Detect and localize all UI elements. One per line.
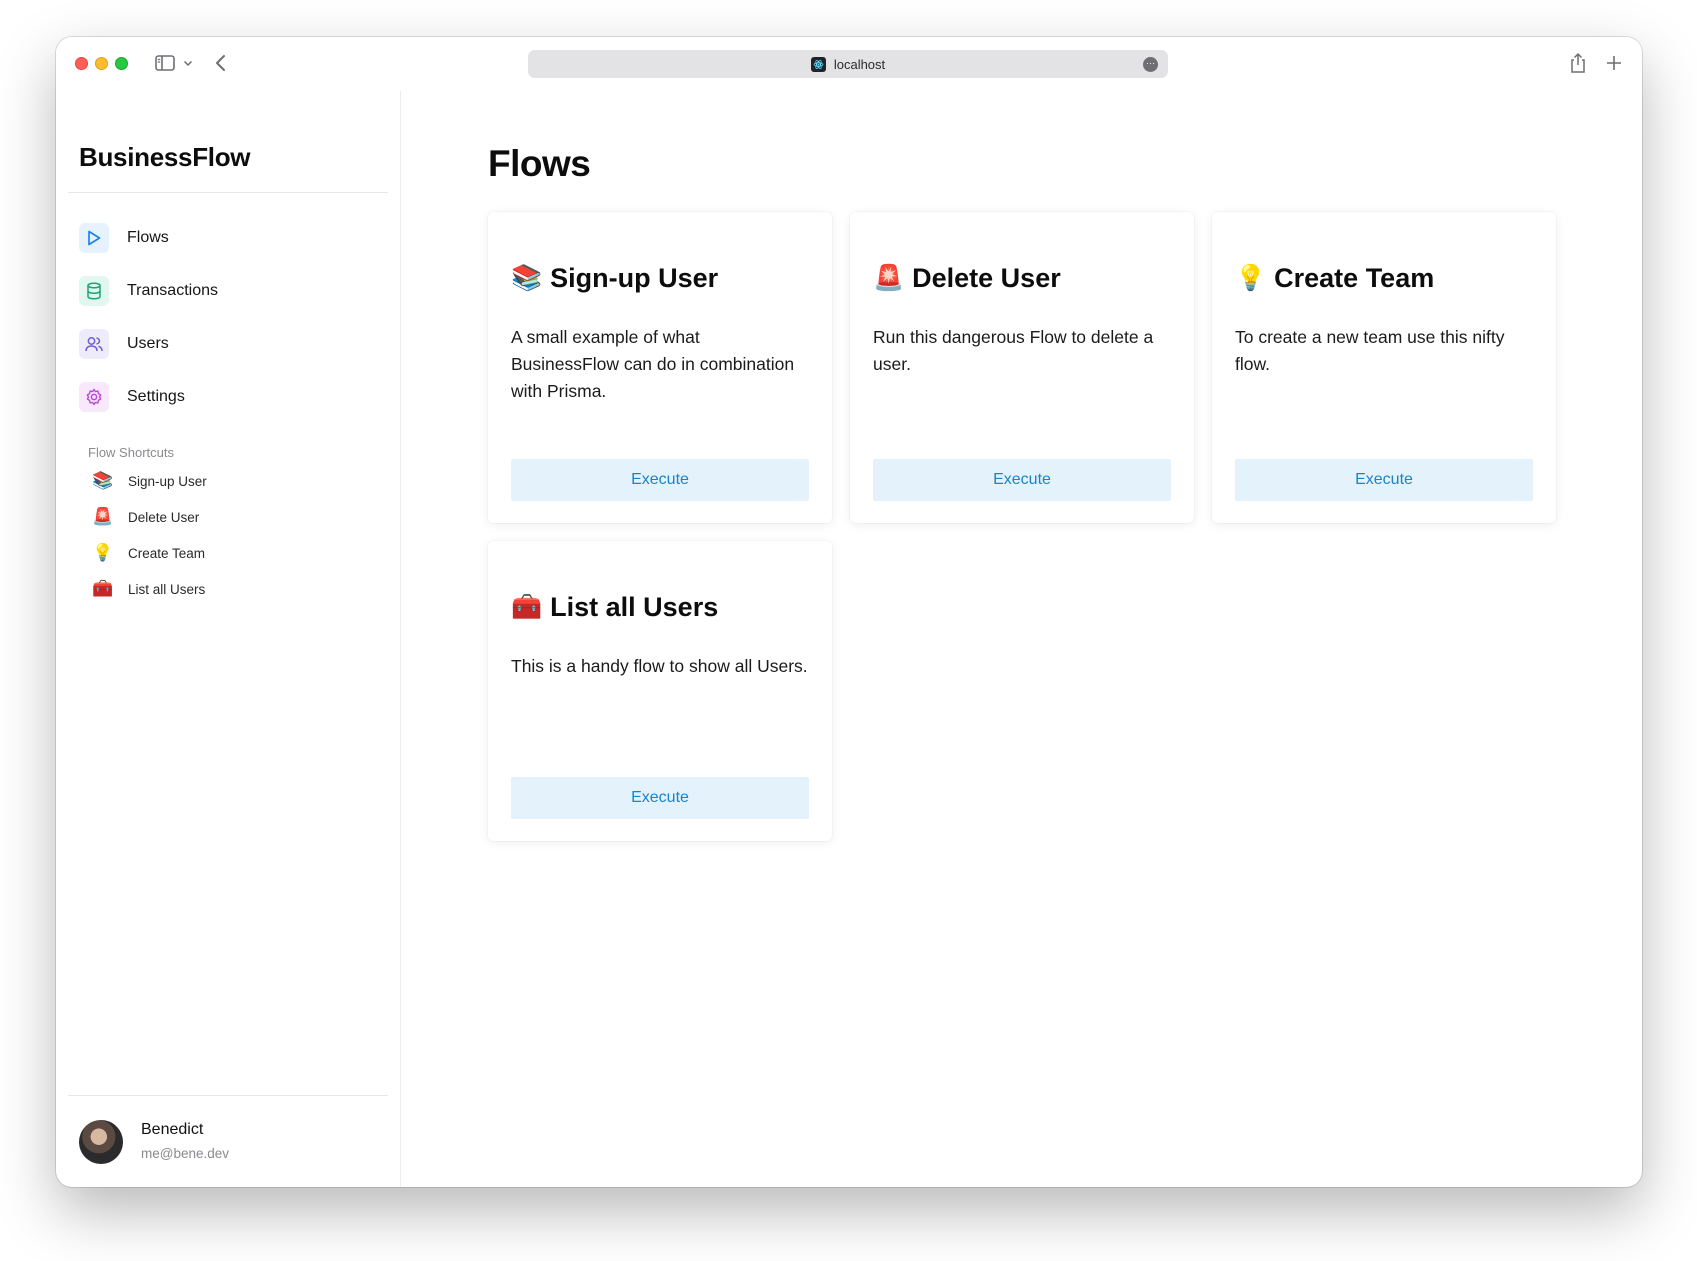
sidebar-item-label: Flows xyxy=(127,229,169,246)
flow-card-title: 🚨 Delete User xyxy=(873,263,1061,294)
sidebar-item-users[interactable]: Users xyxy=(79,328,169,360)
toolbox-icon: 🧰 xyxy=(511,593,543,621)
execute-button[interactable]: Execute xyxy=(1235,459,1533,501)
flow-card-list-all-users: 🧰 List all Users This is a handy flow to… xyxy=(488,541,832,841)
siren-icon: 🚨 xyxy=(873,264,905,292)
flow-card-title-text: Delete User xyxy=(912,263,1061,293)
play-icon xyxy=(79,223,109,253)
sidebar-item-label: Transactions xyxy=(127,282,218,299)
flow-card-description: Run this dangerous Flow to delete a user… xyxy=(873,327,1154,374)
flow-card-title-text: Create Team xyxy=(1274,263,1435,293)
page-title: Flows xyxy=(488,143,591,184)
shortcut-label: Create Team xyxy=(128,545,206,561)
sidebar-item-label: Settings xyxy=(127,388,185,405)
shortcut-create-team[interactable]: 💡 Create Team xyxy=(92,541,205,565)
new-tab-icon[interactable] xyxy=(1602,50,1626,76)
url-text: localhost xyxy=(833,56,886,72)
books-icon: 📚 xyxy=(511,264,543,292)
user-email: me@bene.dev xyxy=(141,1146,230,1161)
shortcut-label: Sign-up User xyxy=(128,473,207,489)
user-name: Benedict xyxy=(141,1121,204,1138)
gear-icon xyxy=(79,382,109,412)
browser-window: localhost ··· BusinessFlow Flows Transac… xyxy=(56,37,1642,1187)
flow-card-create-team: 💡 Create Team To create a new team use t… xyxy=(1212,212,1556,523)
flow-shortcuts-heading: Flow Shortcuts xyxy=(88,445,174,460)
react-favicon-icon xyxy=(810,56,826,72)
flow-card-description: This is a handy flow to show all Users. xyxy=(511,656,808,676)
sidebar: BusinessFlow Flows Transactions Users Se… xyxy=(56,91,401,1187)
shortcut-label: Delete User xyxy=(128,509,200,525)
sidebar-toggle-icon[interactable] xyxy=(152,50,178,76)
flow-card-delete-user: 🚨 Delete User Run this dangerous Flow to… xyxy=(850,212,1194,523)
flow-card-description: To create a new team use this nifty flow… xyxy=(1235,327,1505,374)
execute-button[interactable]: Execute xyxy=(873,459,1171,501)
users-icon xyxy=(79,329,109,359)
shortcut-sign-up-user[interactable]: 📚 Sign-up User xyxy=(92,469,207,493)
sidebar-item-transactions[interactable]: Transactions xyxy=(79,275,218,307)
toolbox-icon: 🧰 xyxy=(92,579,114,598)
share-icon[interactable] xyxy=(1566,50,1590,76)
flow-card-title: 📚 Sign-up User xyxy=(511,263,718,294)
page-options-icon[interactable]: ··· xyxy=(1143,57,1158,72)
chevron-down-icon[interactable] xyxy=(180,50,196,76)
zoom-window-button[interactable] xyxy=(115,57,128,70)
execute-button[interactable]: Execute xyxy=(511,459,809,501)
address-bar[interactable]: localhost ··· xyxy=(528,50,1168,78)
minimize-window-button[interactable] xyxy=(95,57,108,70)
flow-card-title: 💡 Create Team xyxy=(1235,263,1434,294)
books-icon: 📚 xyxy=(92,471,114,490)
browser-toolbar: localhost ··· xyxy=(56,37,1642,91)
shortcut-label: List all Users xyxy=(128,581,206,597)
execute-button[interactable]: Execute xyxy=(511,777,809,819)
lightbulb-icon: 💡 xyxy=(92,543,114,562)
divider xyxy=(68,1095,388,1096)
database-icon xyxy=(79,276,109,306)
flow-card-title-text: Sign-up User xyxy=(550,263,719,293)
sidebar-item-label: Users xyxy=(127,335,169,352)
sidebar-item-settings[interactable]: Settings xyxy=(79,381,185,413)
sidebar-item-flows[interactable]: Flows xyxy=(79,222,169,254)
siren-icon: 🚨 xyxy=(92,507,114,526)
back-arrow-icon[interactable] xyxy=(210,50,232,76)
brand-title: BusinessFlow xyxy=(79,142,251,172)
flow-card-title-text: List all Users xyxy=(550,592,719,622)
main-content: Flows 📚 Sign-up User A small example of … xyxy=(402,91,1642,1187)
flow-card-description: A small example of what BusinessFlow can… xyxy=(511,327,795,401)
shortcut-list-all-users[interactable]: 🧰 List all Users xyxy=(92,577,205,601)
flow-card-title: 🧰 List all Users xyxy=(511,592,718,623)
divider xyxy=(68,192,388,193)
lightbulb-icon: 💡 xyxy=(1235,264,1267,292)
avatar[interactable] xyxy=(79,1120,123,1164)
close-window-button[interactable] xyxy=(75,57,88,70)
flow-card-sign-up-user: 📚 Sign-up User A small example of what B… xyxy=(488,212,832,523)
shortcut-delete-user[interactable]: 🚨 Delete User xyxy=(92,505,199,529)
